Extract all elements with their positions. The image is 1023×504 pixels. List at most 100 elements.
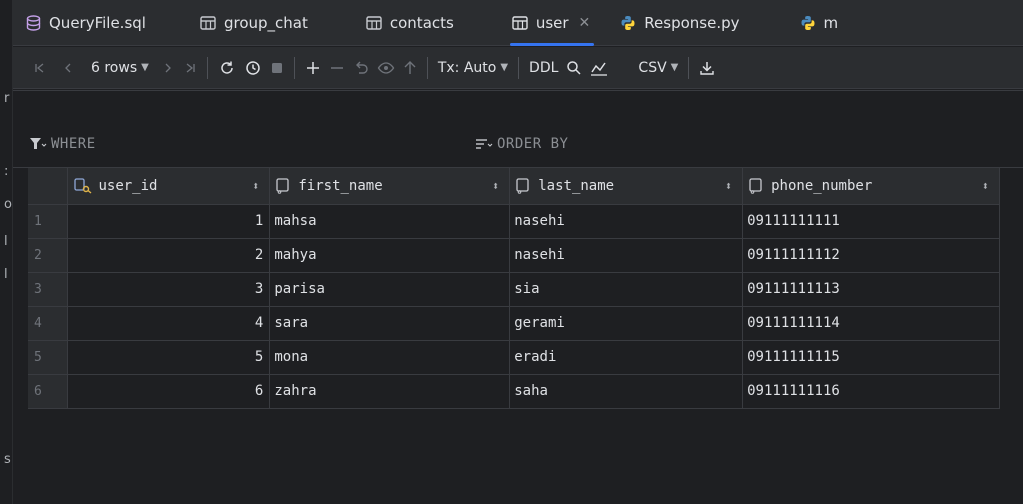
tab-label: QueryFile.sql [49, 13, 146, 32]
cell-first-name[interactable]: parisa [269, 272, 511, 307]
sort-toggle-icon[interactable]: ⬍ [252, 179, 259, 193]
add-row-icon[interactable] [301, 53, 325, 83]
column-icon [516, 178, 532, 194]
table-icon [512, 15, 528, 31]
tab-contacts[interactable]: contacts [354, 0, 466, 46]
transaction-mode-dropdown[interactable]: Tx: Auto ▼ [434, 53, 512, 83]
cell-last-name[interactable]: nasehi [509, 204, 744, 239]
cell-user-id[interactable]: 6 [67, 374, 271, 409]
cell-phone-number[interactable]: 09111111116 [742, 374, 1000, 409]
row-number-header [28, 168, 69, 205]
cell-last-name[interactable]: saha [509, 374, 744, 409]
sort-toggle-icon[interactable]: ⬍ [492, 179, 499, 193]
cell-last-name[interactable]: sia [509, 272, 744, 307]
revert-icon[interactable] [349, 53, 373, 83]
cell-phone-number[interactable]: 09111111111 [742, 204, 1000, 239]
stop-icon[interactable] [266, 53, 288, 83]
column-icon [749, 178, 765, 194]
cell-last-name[interactable]: gerami [509, 306, 744, 341]
cell-first-name[interactable]: mona [269, 340, 511, 375]
export-format-label: CSV [638, 59, 667, 76]
tab-response-py[interactable]: Response.py [608, 0, 751, 46]
column-header-phone-number[interactable]: phone_number ⬍ [742, 168, 1000, 205]
table-row[interactable]: 3 3 parisa sia 09111111113 [28, 272, 1000, 307]
tab-group-chat[interactable]: group_chat [188, 0, 320, 46]
cell-phone-number[interactable]: 09111111113 [742, 272, 1000, 307]
cell-first-name[interactable]: sara [269, 306, 511, 341]
left-panel-edge: r : o l l s [0, 0, 13, 504]
submit-up-icon[interactable] [399, 53, 421, 83]
first-page-icon[interactable] [29, 53, 51, 83]
row-number: 4 [28, 306, 69, 341]
sort-toggle-icon[interactable]: ⬍ [725, 179, 732, 193]
cell-user-id[interactable]: 4 [67, 306, 271, 341]
chevron-down-icon: ▼ [670, 62, 679, 73]
column-header-user-id[interactable]: user_id ⬍ [67, 168, 271, 205]
previous-page-icon[interactable] [57, 53, 79, 83]
cell-last-name[interactable]: eradi [509, 340, 744, 375]
divider [13, 90, 1023, 91]
filter-funnel-icon [29, 137, 47, 151]
editor-tab-bar: QueryFile.sql group_chat contacts user ✕ [13, 0, 1023, 46]
tab-overflow[interactable]: m [788, 0, 851, 46]
cell-last-name[interactable]: nasehi [509, 238, 744, 273]
row-number: 1 [28, 204, 69, 239]
export-format-dropdown[interactable]: CSV ▼ [634, 53, 682, 83]
ddl-button[interactable]: DDL [525, 53, 562, 83]
order-by-filter[interactable]: ORDER BY [475, 136, 568, 152]
view-preview-icon[interactable] [373, 53, 399, 83]
sort-toggle-icon[interactable]: ⬍ [982, 179, 989, 193]
cell-phone-number[interactable]: 09111111115 [742, 340, 1000, 375]
column-icon [276, 178, 292, 194]
download-icon[interactable] [695, 53, 719, 83]
python-icon [800, 15, 816, 31]
column-name: last_name [538, 177, 615, 194]
cell-phone-number[interactable]: 09111111114 [742, 306, 1000, 341]
cell-user-id[interactable]: 2 [67, 238, 271, 273]
cell-user-id[interactable]: 5 [67, 340, 271, 375]
refresh-icon[interactable] [214, 53, 240, 83]
column-header-first-name[interactable]: first_name ⬍ [269, 168, 511, 205]
column-name: user_id [98, 177, 158, 194]
tab-user[interactable]: user ✕ [500, 0, 602, 46]
tab-label: user [535, 13, 569, 32]
tab-queryfile[interactable]: QueryFile.sql [13, 0, 158, 46]
delete-row-icon[interactable] [325, 53, 349, 83]
data-toolbar: 6 rows ▼ Tx: Auto ▼ DDL CSV ▼ [13, 47, 1023, 89]
cell-first-name[interactable]: mahsa [269, 204, 511, 239]
table-row[interactable]: 4 4 sara gerami 09111111114 [28, 306, 1000, 341]
rows-count-label: 6 rows [91, 59, 138, 76]
chart-icon[interactable] [586, 53, 612, 83]
table-icon [366, 15, 382, 31]
order-by-label: ORDER BY [497, 136, 569, 152]
tab-label: group_chat [223, 13, 308, 32]
data-editor-window: QueryFile.sql group_chat contacts user ✕ [13, 0, 1023, 504]
where-filter[interactable]: WHERE [29, 136, 96, 152]
grid-header-row: user_id ⬍ first_name ⬍ last_name ⬍ phone… [28, 168, 1000, 205]
history-clock-icon[interactable] [240, 53, 266, 83]
cell-user-id[interactable]: 3 [67, 272, 271, 307]
close-icon[interactable]: ✕ [579, 15, 591, 31]
database-icon [25, 14, 41, 31]
where-label: WHERE [51, 136, 96, 152]
cell-first-name[interactable]: mahya [269, 238, 511, 273]
cell-first-name[interactable]: zahra [269, 374, 511, 409]
table-row[interactable]: 2 2 mahya nasehi 09111111112 [28, 238, 1000, 273]
rows-count-dropdown[interactable]: 6 rows ▼ [87, 53, 153, 83]
tab-label: contacts [389, 13, 454, 32]
toolbar-separator [688, 56, 690, 79]
table-row[interactable]: 1 1 mahsa nasehi 09111111111 [28, 204, 1000, 239]
last-page-icon[interactable] [179, 53, 201, 83]
search-icon[interactable] [562, 53, 586, 83]
next-page-icon[interactable] [157, 53, 179, 83]
table-row[interactable]: 6 6 zahra saha 09111111116 [28, 374, 1000, 409]
sort-lines-icon [475, 137, 493, 151]
toolbar-separator [518, 56, 520, 79]
primary-key-column-icon [74, 178, 92, 194]
cell-phone-number[interactable]: 09111111112 [742, 238, 1000, 273]
result-grid: user_id ⬍ first_name ⬍ last_name ⬍ phone… [28, 168, 1000, 409]
cell-user-id[interactable]: 1 [67, 204, 271, 239]
table-row[interactable]: 5 5 mona eradi 09111111115 [28, 340, 1000, 375]
column-header-last-name[interactable]: last_name ⬍ [509, 168, 744, 205]
row-number: 3 [28, 272, 69, 307]
